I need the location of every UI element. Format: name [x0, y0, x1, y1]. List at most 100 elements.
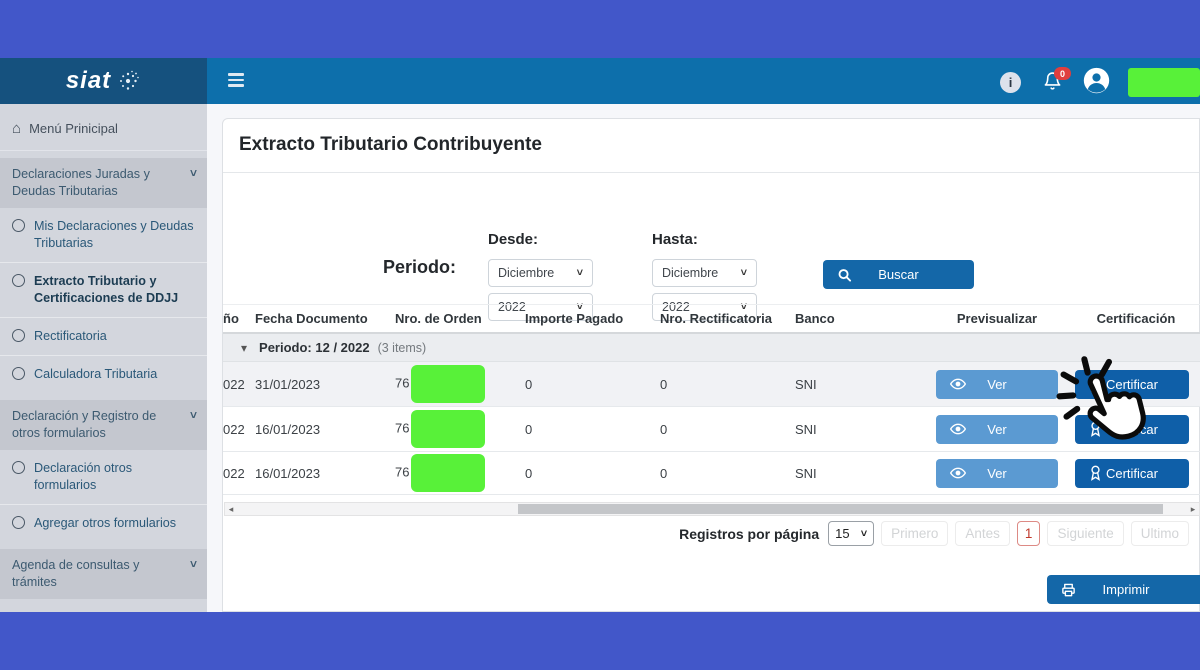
hamburger-menu-icon[interactable] — [228, 73, 244, 90]
page-size-select[interactable]: 15 ˅ — [828, 521, 874, 546]
orden-redaction — [411, 454, 485, 492]
orden-redaction — [411, 410, 485, 448]
cell-anio: 022 — [223, 422, 255, 437]
col-header-fecha: Fecha Documento — [255, 311, 395, 326]
radio-icon — [12, 274, 25, 287]
user-avatar[interactable] — [1082, 66, 1111, 95]
group-label: Periodo: 12 / 2022 — [259, 340, 370, 355]
sidebar-section-declaraciones-juradas[interactable]: Declaraciones Juradas y Deudas Tributari… — [0, 158, 207, 208]
siat-logo-burst-icon — [115, 68, 141, 94]
chevron-down-icon: ˅ — [741, 267, 747, 279]
primero-button[interactable]: Primero — [881, 521, 948, 546]
cell-certificacion: Certificar — [1071, 459, 1200, 488]
col-header-rectificatoria: Nro. Rectificatoria — [660, 311, 795, 326]
orden-prefix: 76 — [395, 420, 409, 435]
col-header-certificacion: Certificación — [1071, 311, 1200, 326]
cell-importe: 0 — [525, 377, 660, 392]
cell-rectificatoria: 0 — [660, 466, 795, 481]
imprimir-label: Imprimir — [1103, 582, 1150, 597]
ver-button[interactable]: Ver — [936, 415, 1058, 444]
notifications-bell[interactable]: 0 — [1043, 71, 1067, 93]
hasta-month-select[interactable]: Diciembre ˅ — [652, 259, 757, 287]
cell-previsualizar: Ver — [923, 459, 1071, 488]
sidebar-item-label: Declaración otros formularios — [34, 460, 195, 494]
results-table: ño Fecha Documento Nro. de Orden Importe… — [223, 304, 1200, 495]
printer-icon — [1061, 582, 1076, 597]
ver-button[interactable]: Ver — [936, 459, 1058, 488]
sidebar-item-rectificatoria[interactable]: Rectificatoria — [0, 317, 207, 355]
certificar-label: Certificar — [1106, 377, 1158, 392]
cell-fecha: 31/01/2023 — [255, 377, 395, 392]
sidebar-item-mis-declaraciones[interactable]: Mis Declaraciones y Deudas Tributarias — [0, 208, 207, 262]
ver-button[interactable]: Ver — [936, 370, 1058, 399]
cell-banco: SNI — [795, 422, 923, 437]
buscar-button[interactable]: Buscar — [823, 260, 974, 289]
horizontal-scrollbar[interactable]: ◂ ▸ — [224, 502, 1200, 516]
antes-button[interactable]: Antes — [955, 521, 1010, 546]
content-card: Extracto Tributario Contribuyente Period… — [222, 118, 1200, 612]
period-group-row[interactable]: ▾ Periodo: 12 / 2022 (3 items) — [223, 334, 1200, 362]
records-per-page-label: Registros por página — [679, 526, 819, 542]
siguiente-button[interactable]: Siguiente — [1047, 521, 1123, 546]
cell-rectificatoria: 0 — [660, 377, 795, 392]
sidebar-section-agenda[interactable]: Agenda de consultas y trámites ˅ — [0, 549, 207, 599]
cell-orden: 76 — [395, 410, 525, 448]
group-count: (3 items) — [378, 341, 427, 355]
ultimo-button[interactable]: Ultimo — [1131, 521, 1189, 546]
radio-icon — [12, 461, 25, 474]
ver-label: Ver — [987, 377, 1007, 392]
caret-down-icon: ▾ — [241, 341, 247, 355]
page-size-value: 15 — [835, 526, 849, 541]
top-navbar: i 0 — [207, 58, 1200, 104]
buscar-label: Buscar — [878, 267, 918, 282]
certificar-button[interactable]: Certificar — [1075, 459, 1189, 488]
cell-banco: SNI — [795, 377, 923, 392]
award-icon — [1089, 376, 1102, 392]
sidebar-home-label: Menú Prinicipal — [29, 120, 118, 138]
sidebar-item-declaracion-otros-formularios[interactable]: Declaración otros formularios — [0, 450, 207, 504]
orden-prefix: 76 — [395, 464, 409, 479]
sidebar-section-declaracion-otros[interactable]: Declaración y Registro de otros formular… — [0, 400, 207, 450]
hasta-label: Hasta: — [652, 231, 698, 248]
pagination: Registros por página 15 ˅ Primero Antes … — [223, 521, 1189, 546]
ver-label: Ver — [987, 422, 1007, 437]
cell-importe: 0 — [525, 422, 660, 437]
chevron-down-icon: ˅ — [190, 165, 197, 181]
chevron-down-icon: ˅ — [190, 407, 197, 423]
ver-label: Ver — [987, 466, 1007, 481]
avatar-icon — [1082, 66, 1111, 95]
sidebar-item-label: Mis Declaraciones y Deudas Tributarias — [34, 218, 195, 252]
certificar-label: Certificar — [1106, 466, 1158, 481]
sidebar-item-label: Rectificatoria — [34, 328, 107, 345]
imprimir-button[interactable]: Imprimir — [1047, 575, 1200, 604]
desde-month-select[interactable]: Diciembre ˅ — [488, 259, 593, 287]
hasta-month-value: Diciembre — [662, 266, 718, 280]
sidebar-item-agregar-otros-formularios[interactable]: Agregar otros formularios — [0, 504, 207, 542]
orden-redaction — [411, 365, 485, 403]
scroll-right-icon[interactable]: ▸ — [1187, 503, 1199, 515]
sidebar-item-agenda-consultas[interactable]: Agenda de consultas y trámites — [0, 599, 207, 612]
sidebar-item-extracto-tributario[interactable]: Extracto Tributario y Certificaciones de… — [0, 262, 207, 317]
current-page-button[interactable]: 1 — [1017, 521, 1041, 546]
cell-certificacion: Certificar — [1071, 415, 1200, 444]
scroll-left-icon[interactable]: ◂ — [225, 503, 237, 515]
certificar-button[interactable]: Certificar — [1075, 370, 1189, 399]
periodo-label: Periodo: — [383, 257, 456, 278]
orden-prefix: 76 — [395, 375, 409, 390]
cell-certificacion: Certificar — [1071, 370, 1200, 399]
sidebar-item-label: Calculadora Tributaria — [34, 366, 157, 383]
sidebar-item-menu-principal[interactable]: ⌂ Menú Prinicipal — [0, 104, 207, 151]
certificar-button[interactable]: Certificar — [1075, 415, 1189, 444]
radio-icon — [12, 516, 25, 529]
info-icon[interactable]: i — [1000, 72, 1021, 93]
award-icon — [1089, 421, 1102, 437]
col-header-anio: ño — [223, 311, 255, 326]
eye-icon — [950, 423, 966, 435]
cell-previsualizar: Ver — [923, 370, 1071, 399]
scrollbar-thumb[interactable] — [518, 504, 1163, 514]
cell-importe: 0 — [525, 466, 660, 481]
sidebar-item-calculadora[interactable]: Calculadora Tributaria — [0, 355, 207, 393]
filters-panel: Periodo: Desde: Hasta: Diciembre ˅ 2022 … — [223, 173, 1200, 303]
cell-fecha: 16/01/2023 — [255, 466, 395, 481]
screenshot-frame: siat i 0 — [0, 0, 1200, 670]
